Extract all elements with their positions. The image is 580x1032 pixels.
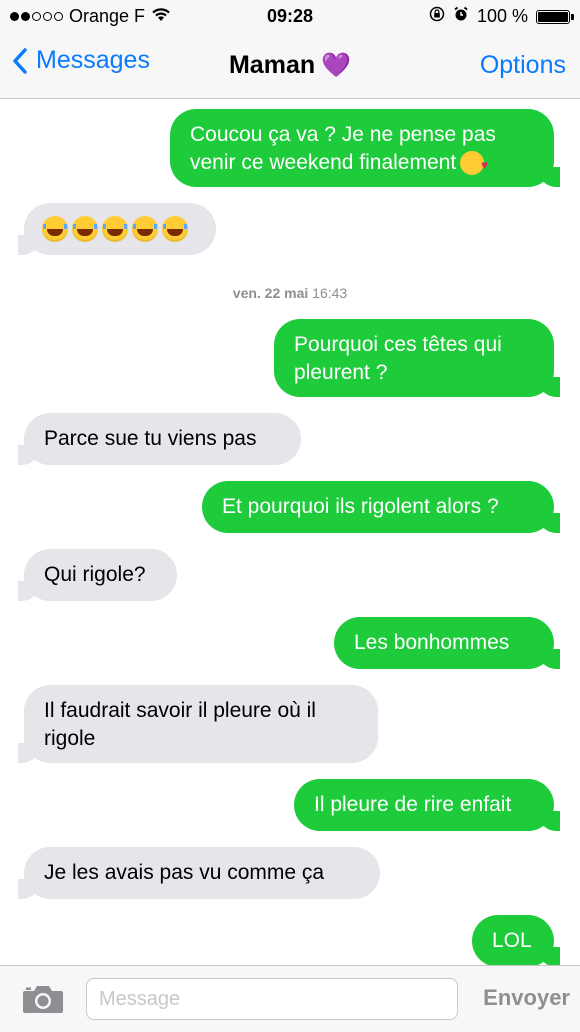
- battery-percent: 100 %: [476, 6, 528, 26]
- message-bubble-outgoing[interactable]: Les bonhommes: [334, 617, 560, 669]
- alarm-icon: [453, 6, 469, 27]
- message-thread[interactable]: Coucou ça va ? Je ne pense pas venir ce …: [0, 99, 580, 965]
- options-button[interactable]: Options: [480, 51, 566, 80]
- status-right: 100 %: [429, 6, 574, 27]
- message-text: Qui rigole?: [44, 563, 146, 586]
- message-text: Il faudrait savoir il pleure où il rigol…: [44, 699, 316, 750]
- message-bubble-outgoing[interactable]: Et pourquoi ils rigolent alors ?: [202, 481, 560, 533]
- message-input[interactable]: [86, 978, 458, 1020]
- message-text: Il pleure de rire enfait: [314, 793, 512, 816]
- contact-name: Maman: [228, 51, 316, 79]
- purple-heart-icon: 💜: [321, 52, 352, 79]
- message-text: Parce sue tu viens pas: [44, 427, 257, 450]
- timestamp-day: ven. 22 mai: [232, 285, 309, 301]
- message-bubble-incoming[interactable]: Qui rigole?: [18, 549, 177, 601]
- compose-bar: Envoyer: [0, 965, 580, 1032]
- face-throwing-kiss-icon: [460, 151, 488, 179]
- message-bubble-incoming[interactable]: Je les avais pas vu comme ça: [18, 847, 380, 899]
- face-with-tears-of-joy-icon: [42, 216, 192, 243]
- camera-button[interactable]: [22, 984, 64, 1019]
- message-text: Je les avais pas vu comme ça: [44, 861, 325, 884]
- message-bubble-outgoing[interactable]: Il pleure de rire enfait: [294, 779, 560, 831]
- message-bubble-incoming[interactable]: [18, 203, 216, 255]
- message-text: LOL: [492, 929, 532, 952]
- message-text: Les bonhommes: [354, 631, 510, 654]
- send-button[interactable]: Envoyer: [483, 985, 570, 1011]
- message-text: Et pourquoi ils rigolent alors ?: [222, 495, 499, 518]
- battery-icon: [536, 9, 574, 24]
- message-bubble-outgoing[interactable]: Coucou ça va ? Je ne pense pas venir ce …: [170, 109, 560, 187]
- message-text: Coucou ça va ? Je ne pense pas venir ce …: [190, 123, 496, 174]
- camera-icon: [23, 986, 63, 1013]
- timestamp-time: 16:43: [312, 285, 348, 301]
- message-text: Pourquoi ces têtes qui pleurent ?: [294, 333, 502, 384]
- nav-bar: Messages Maman 💜 Options: [0, 32, 580, 99]
- status-bar: Orange F 09:28 100 %: [0, 0, 580, 32]
- message-bubble-outgoing[interactable]: LOL: [472, 915, 560, 965]
- message-bubble-outgoing[interactable]: Pourquoi ces têtes qui pleurent ?: [274, 319, 560, 397]
- message-timestamp: ven. 22 mai 16:43: [0, 285, 580, 301]
- message-bubble-incoming[interactable]: Il faudrait savoir il pleure où il rigol…: [18, 685, 378, 763]
- battery-fill: [538, 11, 568, 22]
- message-bubble-incoming[interactable]: Parce sue tu viens pas: [18, 413, 301, 465]
- orientation-lock-icon: [429, 6, 445, 27]
